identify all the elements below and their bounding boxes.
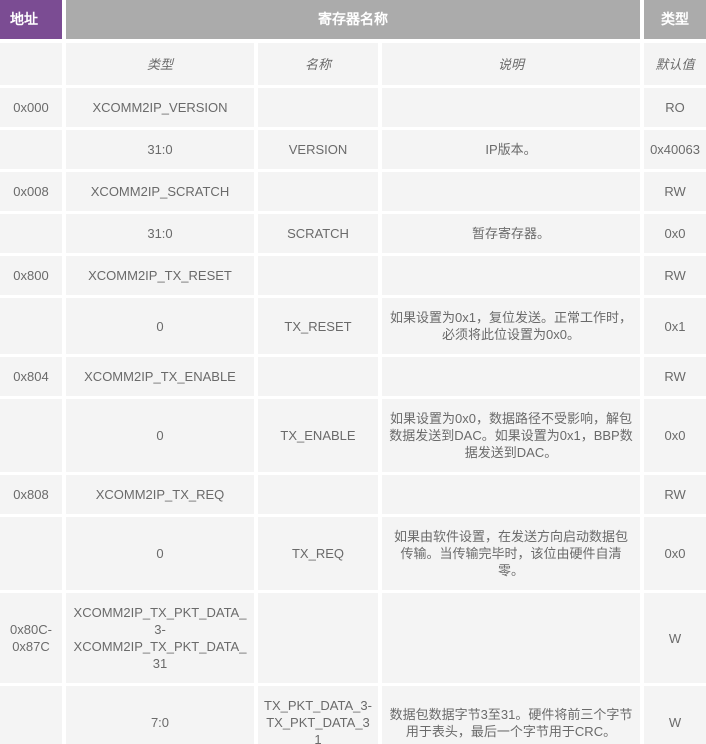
cell-default-value: 0x40063	[644, 130, 706, 172]
cell-empty	[258, 475, 382, 517]
field-row: 31:0VERSIONIP版本。0x40063	[0, 130, 706, 172]
cell-description: IP版本。	[382, 130, 644, 172]
cell-empty	[382, 256, 644, 298]
cell-address: 0x804	[0, 357, 66, 399]
table-header-row: 地址 寄存器名称 类型	[0, 0, 706, 43]
cell-default-value: 0x0	[644, 214, 706, 256]
cell-default-value: 0x0	[644, 399, 706, 475]
header-type: 类型	[644, 0, 706, 43]
cell-field-name: VERSION	[258, 130, 382, 172]
cell-description: 如果设置为0x1，复位发送。正常工作时，必须将此位设置为0x0。	[382, 298, 644, 357]
cell-register-name: XCOMM2IP_SCRATCH	[66, 172, 258, 214]
cell-empty	[382, 593, 644, 686]
cell-access-type: RW	[644, 475, 706, 517]
cell-address: 0x808	[0, 475, 66, 517]
cell-access-type: RO	[644, 88, 706, 130]
cell-description: 如果设置为0x0，数据路径不受影响，解包数据发送到DAC。如果设置为0x1，BB…	[382, 399, 644, 475]
cell-register-name: XCOMM2IP_TX_RESET	[66, 256, 258, 298]
subheader-type: 类型	[66, 43, 258, 88]
subheader-description: 说明	[382, 43, 644, 88]
cell-address: 0x80C-0x87C	[0, 593, 66, 686]
cell-address: 0x008	[0, 172, 66, 214]
cell-empty	[0, 517, 66, 593]
cell-address: 0x000	[0, 88, 66, 130]
cell-empty	[258, 88, 382, 130]
register-row: 0x808XCOMM2IP_TX_REQ RW	[0, 475, 706, 517]
cell-default-value: W	[644, 686, 706, 744]
cell-field-name: TX_PKT_DATA_3-TX_PKT_DATA_31	[258, 686, 382, 744]
cell-register-name: XCOMM2IP_TX_ENABLE	[66, 357, 258, 399]
register-row: 0x008XCOMM2IP_SCRATCH RW	[0, 172, 706, 214]
cell-default-value: 0x1	[644, 298, 706, 357]
cell-address: 0x800	[0, 256, 66, 298]
field-row: 0TX_ENABLE如果设置为0x0，数据路径不受影响，解包数据发送到DAC。如…	[0, 399, 706, 475]
cell-register-name: XCOMM2IP_VERSION	[66, 88, 258, 130]
cell-description: 数据包数据字节3至31。硬件将前三个字节用于表头，最后一个字节用于CRC。	[382, 686, 644, 744]
cell-field-name: TX_RESET	[258, 298, 382, 357]
cell-empty	[258, 256, 382, 298]
cell-empty	[0, 686, 66, 744]
register-row: 0x80C-0x87CXCOMM2IP_TX_PKT_DATA_3-XCOMM2…	[0, 593, 706, 686]
cell-access-type: RW	[644, 172, 706, 214]
cell-field-name: TX_ENABLE	[258, 399, 382, 475]
table-subheader-row: 类型 名称 说明 默认值	[0, 43, 706, 88]
cell-empty	[258, 593, 382, 686]
cell-empty	[0, 130, 66, 172]
header-register-name: 寄存器名称	[66, 0, 644, 43]
field-row: 7:0TX_PKT_DATA_3-TX_PKT_DATA_31数据包数据字节3至…	[0, 686, 706, 744]
field-row: 0TX_REQ如果由软件设置，在发送方向启动数据包传输。当传输完毕时，该位由硬件…	[0, 517, 706, 593]
cell-bits: 31:0	[66, 130, 258, 172]
field-row: 31:0SCRATCH暂存寄存器。0x0	[0, 214, 706, 256]
cell-empty	[258, 357, 382, 399]
cell-bits: 0	[66, 517, 258, 593]
register-table: 地址 寄存器名称 类型 类型 名称 说明 默认值 0x000XCOMM2IP_V…	[0, 0, 706, 744]
register-row: 0x804XCOMM2IP_TX_ENABLE RW	[0, 357, 706, 399]
cell-bits: 0	[66, 399, 258, 475]
register-row: 0x800XCOMM2IP_TX_RESET RW	[0, 256, 706, 298]
cell-description: 暂存寄存器。	[382, 214, 644, 256]
cell-description: 如果由软件设置，在发送方向启动数据包传输。当传输完毕时，该位由硬件自清零。	[382, 517, 644, 593]
cell-access-type: RW	[644, 357, 706, 399]
subheader-name: 名称	[258, 43, 382, 88]
cell-empty	[382, 172, 644, 214]
cell-bits: 7:0	[66, 686, 258, 744]
cell-empty	[382, 88, 644, 130]
cell-empty	[0, 214, 66, 256]
cell-register-name: XCOMM2IP_TX_REQ	[66, 475, 258, 517]
cell-register-name: XCOMM2IP_TX_PKT_DATA_3-XCOMM2IP_TX_PKT_D…	[66, 593, 258, 686]
cell-access-type: RW	[644, 256, 706, 298]
cell-default-value: 0x0	[644, 517, 706, 593]
field-row: 0TX_RESET如果设置为0x1，复位发送。正常工作时，必须将此位设置为0x0…	[0, 298, 706, 357]
cell-field-name: SCRATCH	[258, 214, 382, 256]
header-address: 地址	[0, 0, 66, 43]
cell-bits: 0	[66, 298, 258, 357]
table-body: 0x000XCOMM2IP_VERSIONRO31:0VERSIONIP版本。0…	[0, 88, 706, 744]
cell-empty	[0, 399, 66, 475]
cell-empty	[258, 172, 382, 214]
cell-access-type: W	[644, 593, 706, 686]
cell-empty	[0, 298, 66, 357]
cell-bits: 31:0	[66, 214, 258, 256]
register-row: 0x000XCOMM2IP_VERSION RO	[0, 88, 706, 130]
subheader-default: 默认值	[644, 43, 706, 88]
cell-empty	[382, 475, 644, 517]
cell-field-name: TX_REQ	[258, 517, 382, 593]
cell-empty	[0, 43, 66, 88]
cell-empty	[382, 357, 644, 399]
